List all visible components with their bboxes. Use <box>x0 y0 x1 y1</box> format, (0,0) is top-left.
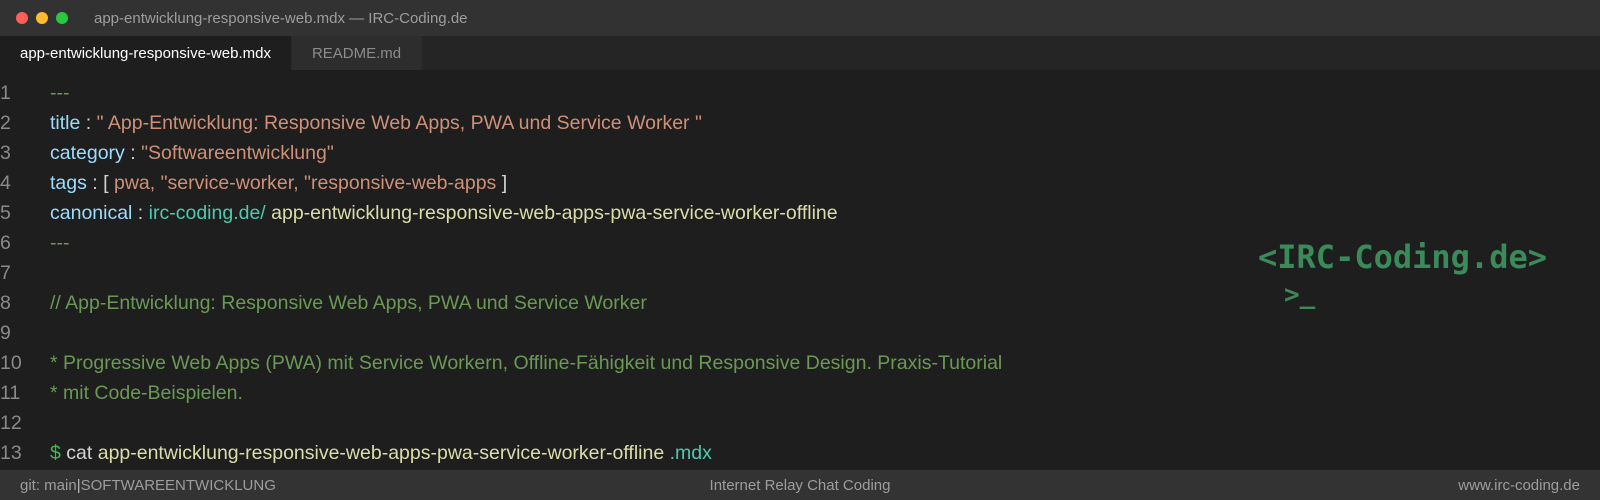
frontmatter-value: "Softwareentwicklung" <box>141 141 334 164</box>
line-number: 4 <box>0 171 11 194</box>
shell-command: cat <box>60 441 98 464</box>
tab-bar: app-entwicklung-responsive-web.mdx READM… <box>0 36 1600 70</box>
frontmatter-delimiter: --- <box>50 231 70 254</box>
line-number: 8 <box>0 291 11 314</box>
status-center-text: Internet Relay Chat Coding <box>709 477 891 494</box>
colon: : <box>86 171 104 194</box>
website-link[interactable]: www.irc-coding.de <box>1458 477 1580 494</box>
frontmatter-key: title <box>50 111 81 134</box>
line-number: 9 <box>0 321 11 344</box>
terminal-cursor-icon: >_ <box>1284 280 1316 310</box>
close-bracket: ] <box>496 171 508 194</box>
frontmatter-key: tags <box>50 171 87 194</box>
comment: // App-Entwicklung: Responsive Web Apps,… <box>50 291 647 314</box>
irc-coding-logo: <IRC-Coding.de> <box>1258 238 1547 276</box>
window-title: app-entwicklung-responsive-web.mdx — IRC… <box>94 9 468 27</box>
line-number: 7 <box>0 261 11 284</box>
frontmatter-delimiter: --- <box>50 81 70 104</box>
line-number: 10 <box>0 351 22 374</box>
tab-readme[interactable]: README.md <box>291 36 423 70</box>
line-number: 12 <box>0 411 22 434</box>
line-number: 2 <box>0 111 11 134</box>
comment: * mit Code-Beispielen. <box>50 381 243 404</box>
colon: : <box>80 111 97 134</box>
shell-filename: app-entwicklung-responsive-web-apps-pwa-… <box>97 441 665 464</box>
line-number: 1 <box>0 81 11 104</box>
frontmatter-value: pwa, "service-worker, "responsive-web-ap… <box>113 171 497 194</box>
line-number: 5 <box>0 201 11 224</box>
status-bar: git: main|SOFTWAREENTWICKLUNG Internet R… <box>0 470 1600 500</box>
maximize-window-button[interactable] <box>56 12 68 24</box>
shell-prompt: $ <box>50 441 61 464</box>
frontmatter-key: canonical <box>50 201 133 224</box>
line-number: 11 <box>0 381 21 404</box>
canonical-path: app-entwicklung-responsive-web-apps-pwa-… <box>265 201 838 224</box>
line-number: 13 <box>0 441 22 464</box>
minimize-window-button[interactable] <box>36 12 48 24</box>
shell-extension: .mdx <box>664 441 712 464</box>
colon: : <box>124 141 142 164</box>
canonical-domain: irc-coding.de/ <box>148 201 266 224</box>
close-window-button[interactable] <box>16 12 28 24</box>
title-bar: app-entwicklung-responsive-web.mdx — IRC… <box>0 0 1600 36</box>
colon: : <box>132 201 149 224</box>
frontmatter-value: " App-Entwicklung: Responsive Web Apps, … <box>96 111 702 134</box>
open-bracket: [ <box>103 171 114 194</box>
window-controls <box>16 12 68 24</box>
line-number: 6 <box>0 231 11 254</box>
comment: * Progressive Web Apps (PWA) mit Service… <box>50 351 1003 374</box>
frontmatter-key: category <box>50 141 125 164</box>
tab-app-entwicklung[interactable]: app-entwicklung-responsive-web.mdx <box>0 36 292 70</box>
line-number: 3 <box>0 141 11 164</box>
editor-window: app-entwicklung-responsive-web.mdx — IRC… <box>0 0 1600 500</box>
